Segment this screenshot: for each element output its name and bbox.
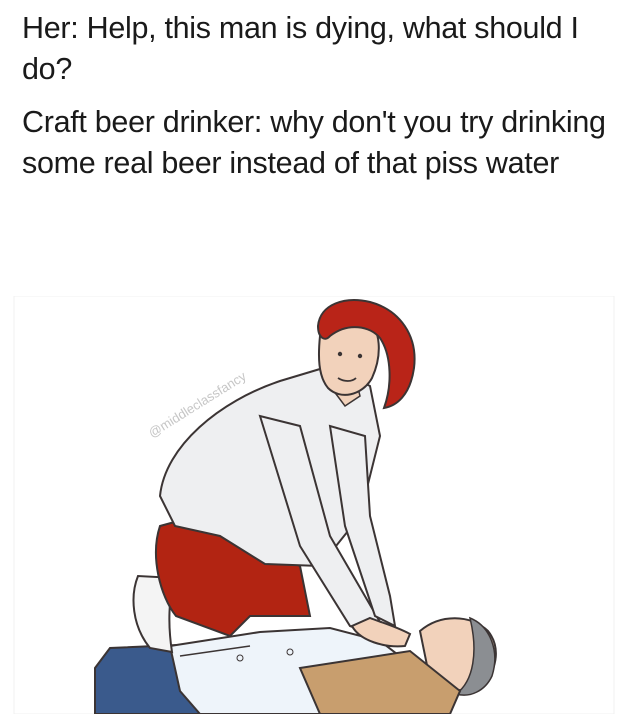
cpr-drawing: @middleclassfancy	[13, 296, 615, 714]
rescuer-eye	[337, 351, 343, 357]
caption-line-her: Her: Help, this man is dying, what shoul…	[22, 11, 579, 86]
meme-caption: Her: Help, this man is dying, what shoul…	[22, 8, 622, 184]
rescuer-eye	[357, 353, 363, 359]
caption-line-craft-beer-drinker: Craft beer drinker: why don't you try dr…	[22, 105, 606, 180]
cpr-illustration: @middleclassfancy	[0, 296, 640, 714]
